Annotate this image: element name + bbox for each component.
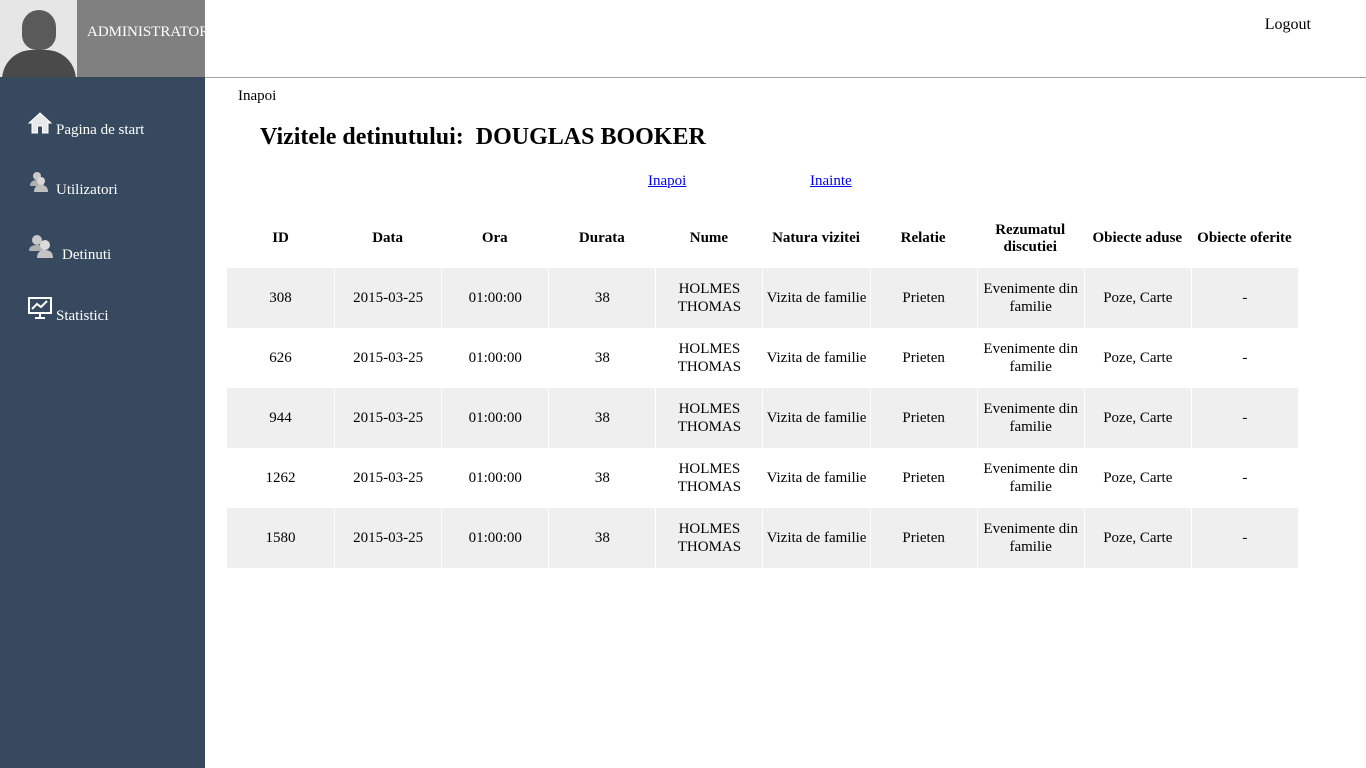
table-cell: Prieten: [869, 328, 977, 388]
table-cell: 38: [548, 268, 656, 328]
table-cell: 38: [548, 388, 656, 448]
table-row: 1580 2015-03-25 01:00:00 38 HOLMES THOMAS Viz…: [227, 508, 1298, 568]
table-cell: HOLMES THOMAS: [655, 448, 763, 508]
table-cell: -: [1190, 328, 1298, 388]
column-header-visit-type: Natura vizitei: [772, 230, 860, 246]
table-cell: Prieten: [869, 508, 977, 568]
table-cell: Evenimente din familie: [976, 328, 1084, 388]
sidebar-item-label: Statistici: [56, 308, 109, 324]
table-cell: Vizita de familie: [762, 328, 870, 388]
sidebar-item-inmates[interactable]: Detinuti: [28, 233, 111, 264]
table-cell: 626: [227, 328, 335, 388]
sidebar-item-statistics[interactable]: Statistici: [28, 296, 109, 325]
pager-prev-link[interactable]: Inapoi: [648, 173, 686, 190]
column-header-id: ID: [272, 230, 289, 246]
column-header-date: Data: [372, 230, 404, 246]
table-cell: -: [1190, 508, 1298, 568]
table-row: 944 2015-03-25 01:00:00 38 HOLMES THOMAS Vizi…: [227, 388, 1298, 448]
table-body: 308 2015-03-25 01:00:00 38 HOLMES THOMAS Vizi…: [227, 268, 1298, 568]
table-cell: Evenimente din familie: [976, 508, 1084, 568]
table-cell: HOLMES THOMAS: [655, 508, 763, 568]
pager-next-link[interactable]: Inainte: [810, 173, 852, 190]
table-cell: Vizita de familie: [762, 388, 870, 448]
table-cell: Evenimente din familie: [976, 268, 1084, 328]
table-cell: 38: [548, 328, 656, 388]
table-cell: Prieten: [869, 448, 977, 508]
table-cell: 01:00:00: [441, 508, 549, 568]
page-title: Vizitele detinutului: DOUGLAS BOOKER: [260, 124, 706, 150]
chart-icon: [28, 296, 52, 325]
table-cell: 01:00:00: [441, 268, 549, 328]
column-header-time: Ora: [481, 230, 508, 246]
table-cell: 01:00:00: [441, 388, 549, 448]
column-header-summary: Rezumatul discutiei: [995, 221, 1066, 255]
home-icon: [27, 112, 53, 139]
users-icon: [28, 170, 52, 199]
logout-link[interactable]: Logout: [1265, 16, 1311, 34]
table-cell: Poze, Carte: [1083, 508, 1191, 568]
visits-table: ID Data Ora Durata Nume Natura vizitei R…: [227, 209, 1298, 568]
column-header-items-brought: Obiecte aduse: [1092, 230, 1183, 246]
table-cell: Poze, Carte: [1083, 268, 1191, 328]
column-header-duration: Durata: [578, 230, 625, 246]
table-cell: Prieten: [869, 388, 977, 448]
table-row: 626 2015-03-25 01:00:00 38 HOLMES THOMAS Vizi…: [227, 328, 1298, 388]
sidebar-item-label: Pagina de start: [56, 122, 145, 138]
sidebar-item-label: Utilizatori: [56, 182, 118, 198]
column-header-items-given: Obiecte oferite: [1197, 230, 1292, 246]
table-cell: 2015-03-25: [334, 388, 442, 448]
table-cell: -: [1190, 448, 1298, 508]
inmates-icon: [28, 233, 54, 264]
user-role: ADMINISTRATOR: [87, 24, 210, 40]
table-cell: HOLMES THOMAS: [655, 388, 763, 448]
column-header-relation: Relatie: [900, 230, 946, 246]
profile-panel: ADMINISTRATOR: [0, 0, 209, 77]
table-cell: HOLMES THOMAS: [655, 328, 763, 388]
table-header-row: ID Data Ora Durata Nume Natura vizitei R…: [227, 209, 1298, 268]
table-cell: 01:00:00: [441, 328, 549, 388]
table-cell: 308: [227, 268, 335, 328]
table-cell: 2015-03-25: [334, 508, 442, 568]
table-cell: Vizita de familie: [762, 268, 870, 328]
table-cell: 38: [548, 508, 656, 568]
table-cell: Vizita de familie: [762, 448, 870, 508]
table-cell: 2015-03-25: [334, 328, 442, 388]
top-bar: Logout: [205, 0, 1366, 78]
table-cell: 2015-03-25: [334, 448, 442, 508]
table-cell: -: [1190, 268, 1298, 328]
table-cell: Poze, Carte: [1083, 388, 1191, 448]
table-cell: 944: [227, 388, 335, 448]
table-cell: 2015-03-25: [334, 268, 442, 328]
table-cell: Poze, Carte: [1083, 448, 1191, 508]
table-cell: Poze, Carte: [1083, 328, 1191, 388]
avatar: [0, 0, 77, 77]
sidebar-item-home[interactable]: Pagina de start: [27, 112, 145, 139]
table-cell: 1262: [227, 448, 335, 508]
table-cell: -: [1190, 388, 1298, 448]
sidebar: ADMINISTRATOR Pagina de start Utilizator…: [0, 0, 209, 768]
table-cell: 38: [548, 448, 656, 508]
column-header-name: Nume: [689, 230, 729, 246]
sidebar-item-label: Detinuti: [62, 247, 112, 263]
table-row: 1262 2015-03-25 01:00:00 38 HOLMES THOMAS Viz…: [227, 448, 1298, 508]
table-cell: 1580: [227, 508, 335, 568]
table-cell: HOLMES THOMAS: [655, 268, 763, 328]
table-row: 308 2015-03-25 01:00:00 38 HOLMES THOMAS Vizi…: [227, 268, 1298, 328]
table-cell: Evenimente din familie: [976, 388, 1084, 448]
table-cell: 01:00:00: [441, 448, 549, 508]
sidebar-item-users[interactable]: Utilizatori: [28, 170, 118, 199]
back-link[interactable]: Inapoi: [238, 88, 276, 105]
table-cell: Evenimente din familie: [976, 448, 1084, 508]
table-cell: Prieten: [869, 268, 977, 328]
table-cell: Vizita de familie: [762, 508, 870, 568]
